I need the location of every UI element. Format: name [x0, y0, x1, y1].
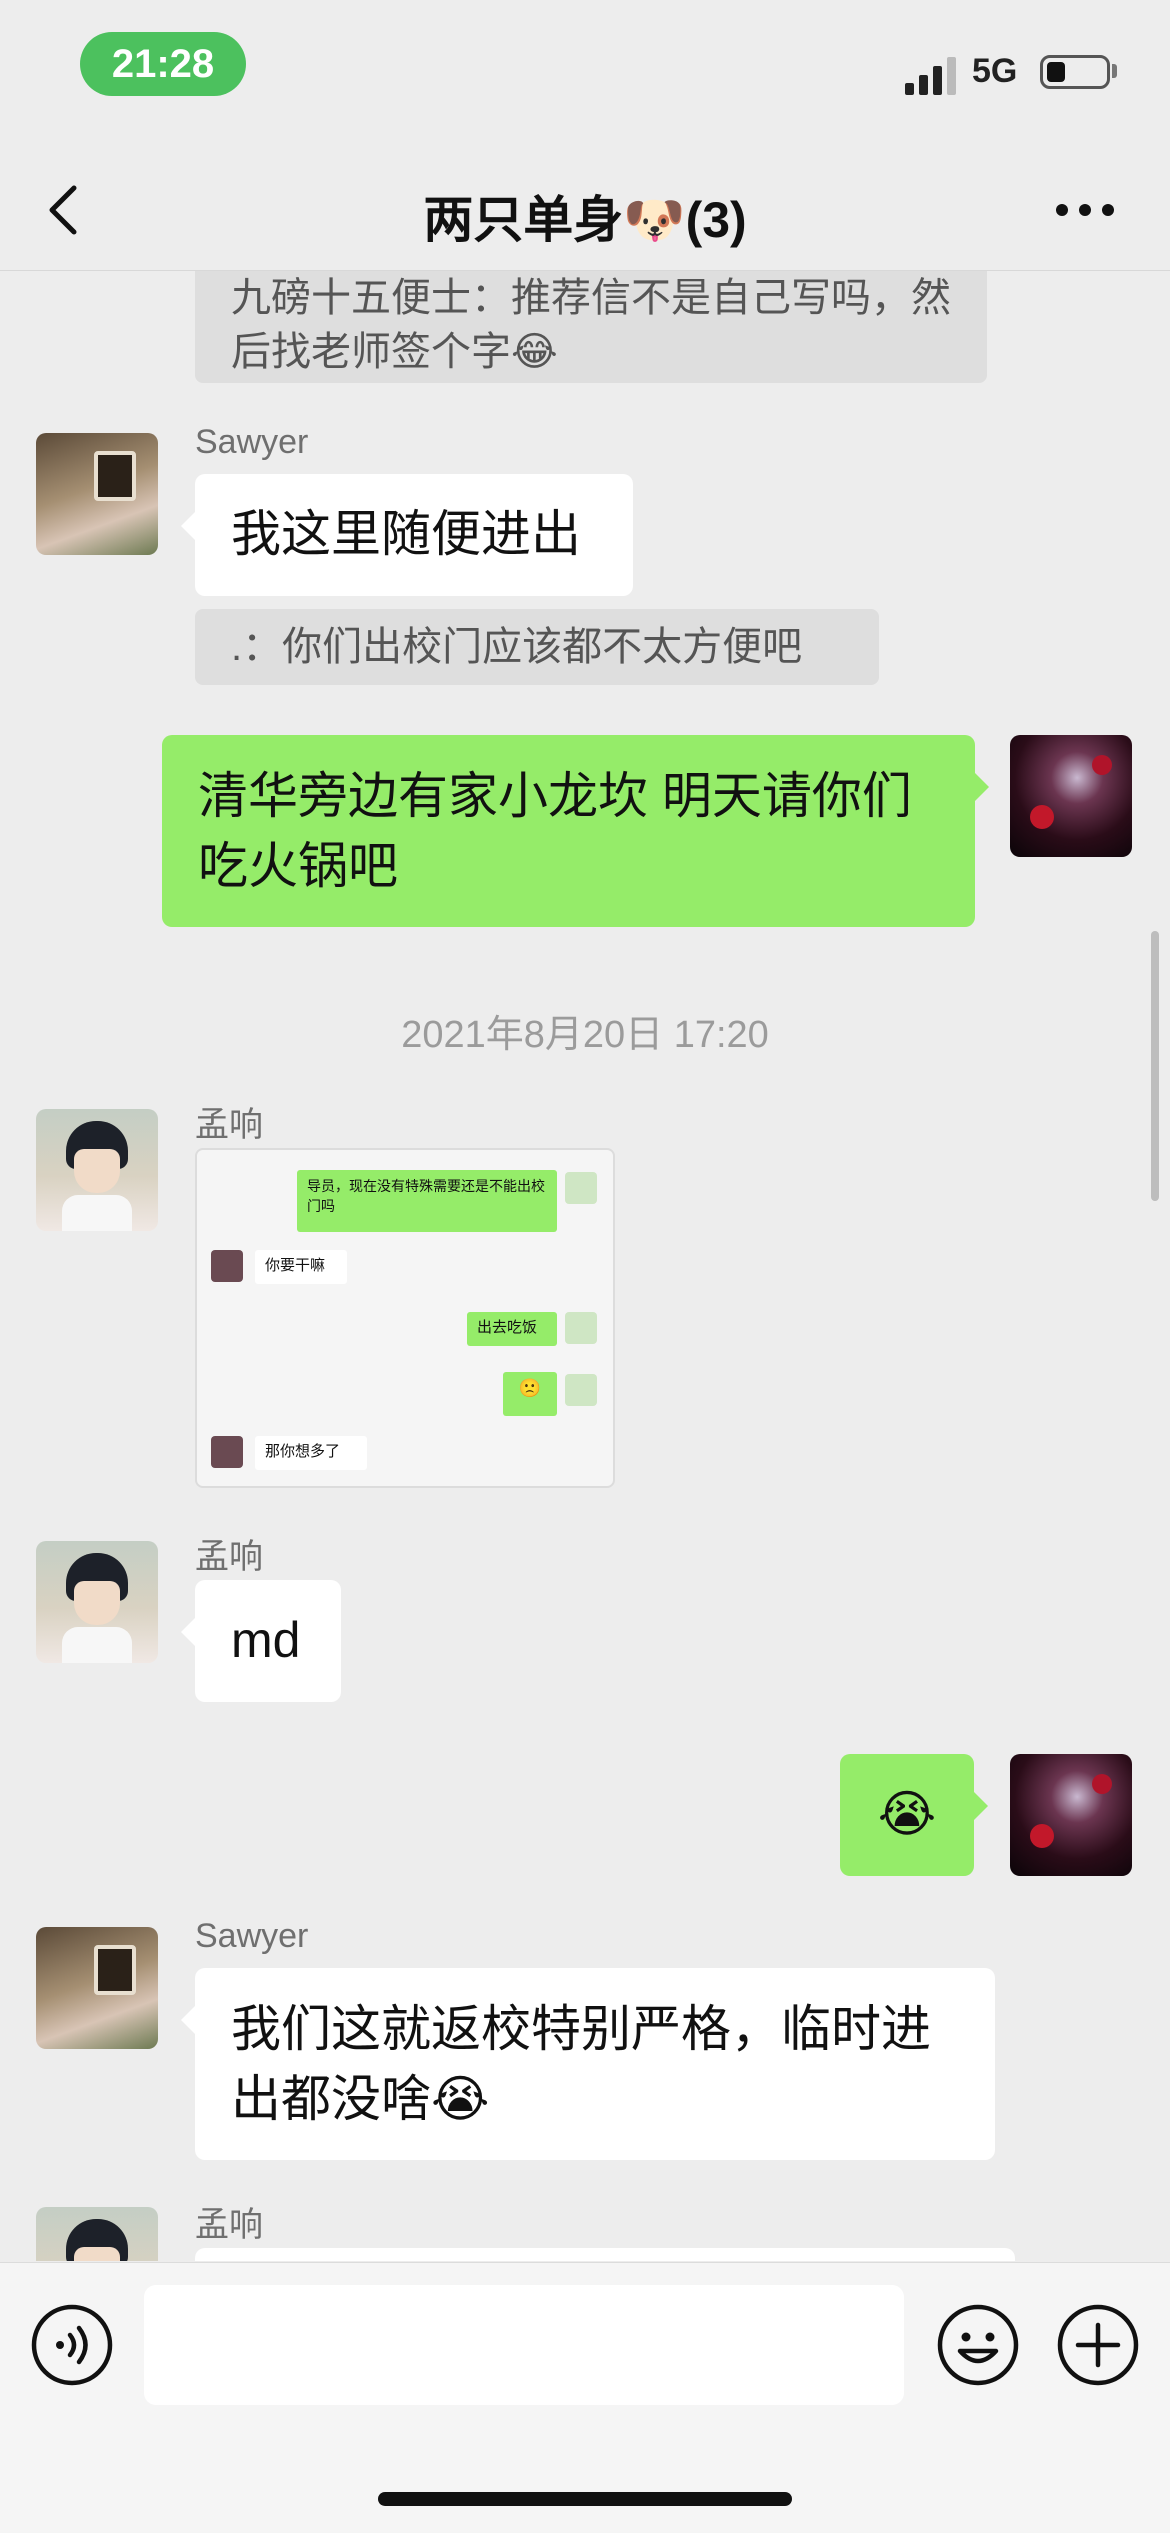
inner-avatar	[565, 1312, 597, 1344]
nav-bar: 两只单身🐶(3)	[0, 150, 1170, 271]
network-type: 5G	[972, 52, 1018, 90]
emoji-icon[interactable]	[936, 2303, 1020, 2387]
message-bubble[interactable]: 我们这就返校特别严格，临时进 出都没啥😭	[181, 1968, 995, 2160]
message-bubble-mine[interactable]: 清华旁边有家小龙坎 明天请你们 吃火锅吧	[162, 735, 989, 927]
inner-avatar	[211, 1436, 243, 1468]
battery-tip	[1112, 64, 1117, 78]
inner-avatar	[565, 1172, 597, 1204]
quoted-text: 九磅十五便士：推荐信不是自己写吗，然后找老师签个字	[231, 276, 951, 374]
home-indicator[interactable]	[378, 2492, 792, 2506]
avatar-me[interactable]	[1010, 1754, 1132, 1876]
signal-icon	[905, 57, 956, 95]
member-count: (3)	[685, 192, 747, 248]
message-line: 吃火锅吧	[198, 838, 398, 894]
chat-area[interactable]: 九磅十五便士：推荐信不是自己写吗，然后找老师签个字😂 Sawyer 我这里随便进…	[0, 271, 1170, 2261]
crying-emoji-icon: 😭	[431, 2071, 490, 2127]
voice-icon[interactable]	[30, 2303, 114, 2387]
avatar-mengxiang[interactable]	[36, 2207, 158, 2261]
status-time: 21:28	[80, 32, 246, 96]
avatar-sawyer[interactable]	[36, 433, 158, 555]
chat-title[interactable]: 两只单身🐶(3)	[0, 180, 1170, 252]
avatar-sawyer[interactable]	[36, 1927, 158, 2049]
scrollbar[interactable]	[1151, 931, 1159, 1201]
plus-icon[interactable]	[1056, 2303, 1140, 2387]
laugh-emoji-icon: 😂	[511, 330, 558, 374]
quoted-message[interactable]: .：你们出校门应该都不太方便吧	[195, 609, 879, 685]
sender-name: Sawyer	[195, 1917, 309, 1955]
message-line: 出都没啥😭	[231, 2071, 490, 2127]
chat-title-text: 两只单身	[423, 192, 624, 248]
message-line: 清华旁边有家小龙坎 明天请你们	[198, 768, 912, 824]
sender-name: 孟响	[195, 1538, 263, 1576]
message-bubble[interactable]: md	[181, 1580, 341, 1702]
avatar-mengxiang[interactable]	[36, 1109, 158, 1231]
sender-name: 孟响	[195, 1106, 263, 1144]
timestamp: 2021年8月20日 17:20	[401, 1014, 769, 1056]
inner-bubble: 那你想多了	[255, 1436, 367, 1470]
avatar-mengxiang[interactable]	[36, 1541, 158, 1663]
sender-name: Sawyer	[195, 423, 309, 461]
status-bar: 21:28 5G	[0, 0, 1170, 150]
avatar-me[interactable]	[1010, 735, 1132, 857]
message-bubble-mine[interactable]: 😭	[840, 1754, 988, 1876]
inner-bubble: 导员，现在没有特殊需要还是不能出校门吗	[297, 1170, 557, 1232]
inner-avatar	[211, 1250, 243, 1282]
message-line: 我们这就返校特别严格，临时进	[231, 2001, 931, 2057]
dog-emoji-icon: 🐶	[623, 192, 686, 248]
inner-bubble: 🙁	[503, 1372, 557, 1416]
battery-icon	[1040, 55, 1110, 89]
message-input[interactable]	[144, 2285, 904, 2405]
inner-avatar	[565, 1374, 597, 1406]
message-bubble[interactable]	[195, 2248, 1015, 2261]
inner-bubble: 你要干嘛	[255, 1250, 347, 1284]
inner-bubble: 出去吃饭	[467, 1312, 557, 1346]
more-icon[interactable]	[1055, 203, 1115, 217]
sender-name: 孟响	[195, 2206, 263, 2244]
message-bubble[interactable]: 我这里随便进出	[181, 474, 633, 596]
quoted-message[interactable]: 九磅十五便士：推荐信不是自己写吗，然后找老师签个字😂	[195, 271, 987, 383]
image-message[interactable]: 导员，现在没有特殊需要还是不能出校门吗 你要干嘛 出去吃饭 🙁 那你想多了	[195, 1148, 615, 1488]
